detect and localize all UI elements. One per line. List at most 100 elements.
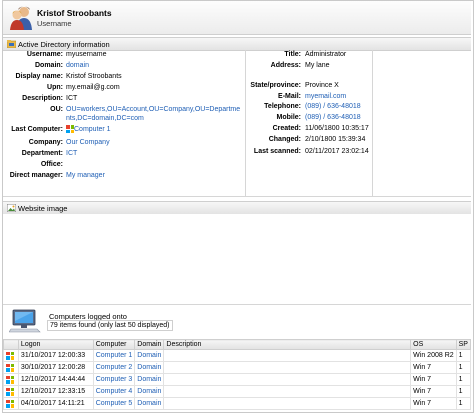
label-mobile: Mobile: xyxy=(276,114,302,121)
computer-link[interactable]: Computer 2 xyxy=(92,361,136,374)
sp-cell: 1 xyxy=(455,397,472,410)
value-text: my.email@g.com xyxy=(66,84,120,91)
column-header-sp[interactable]: SP xyxy=(455,339,472,350)
sp-cell: 1 xyxy=(455,361,472,374)
computer-link[interactable]: Computer 3 xyxy=(92,373,136,386)
value-text[interactable]: My manager xyxy=(66,172,105,179)
table-row[interactable]: 12/10/2017 12:33:15 Computer 4 Domain Win 7… xyxy=(3,385,472,398)
table-row[interactable]: 31/10/2017 12:00:33 Computer 1 Domain Win 2… xyxy=(3,349,472,362)
value-direct-manager[interactable]: My manager xyxy=(66,171,244,180)
label-department: Department: xyxy=(21,150,63,157)
computer-link[interactable]: Computer 5 xyxy=(92,397,136,410)
label-direct-manager: Direct manager: xyxy=(9,172,63,179)
label-display-name: Display name: xyxy=(15,73,63,80)
sp-cell: 1 xyxy=(455,373,472,386)
label-telephone: Telephone: xyxy=(264,103,301,110)
value-text: myusername xyxy=(66,51,107,58)
ad-section-title: Active Directory information xyxy=(18,40,110,49)
label-office: Office: xyxy=(40,161,63,168)
value-last-computer[interactable]: Computer 1 xyxy=(66,125,244,134)
label-last-scanned: Last scanned: xyxy=(253,148,301,155)
value-line[interactable]: OU=workers,OU=Account,OU=Company,OU=Depa… xyxy=(66,105,244,114)
value-upn: my.email@g.com xyxy=(66,83,244,92)
value-text[interactable]: Our Company xyxy=(66,139,110,146)
user-header: Kristof Stroobants Username xyxy=(3,1,471,35)
value-department[interactable]: ICT xyxy=(66,149,244,158)
column-header-logon[interactable]: Logon xyxy=(17,339,94,350)
label-address: Address: xyxy=(270,62,301,69)
os-cell: Win 7 xyxy=(410,361,457,374)
website-section-title: Website image xyxy=(18,204,68,213)
row-icon-cell xyxy=(3,385,19,398)
windows-logo-icon xyxy=(6,363,14,372)
label-domain: Domain: xyxy=(35,62,63,69)
table-row[interactable]: 30/10/2017 12:00:28 Computer 2 Domain Win 7… xyxy=(3,361,472,374)
ad-section-header[interactable]: Active Directory information xyxy=(3,37,471,51)
value-domain[interactable]: domain xyxy=(66,61,244,70)
value-e-mail[interactable]: myemail.com xyxy=(305,92,346,101)
value-created: 11/06/1800 10:35:17 xyxy=(305,125,369,132)
value-mobile[interactable]: (089) / 636-48018 xyxy=(305,113,361,122)
column-divider xyxy=(372,50,373,196)
value-text: Kristof Stroobants xyxy=(66,73,122,80)
logon-cell: 04/10/2017 14:11:21 xyxy=(17,397,94,410)
label-e-mail: E-Mail: xyxy=(278,93,301,100)
computers-table: Logon Computer Domain Description OS SP … xyxy=(3,339,472,410)
computers-count: 79 items found (only last 50 displayed) xyxy=(47,320,173,331)
value-telephone[interactable]: (089) / 636-48018 xyxy=(305,102,361,111)
domain-link[interactable]: Domain xyxy=(134,349,165,362)
website-section-header[interactable]: Website image xyxy=(3,201,471,215)
value-text: ICT xyxy=(66,95,78,102)
sp-cell: 1 xyxy=(455,349,472,362)
windows-logo-icon xyxy=(6,351,14,360)
os-cell: Win 2008 R2 xyxy=(410,349,457,362)
value-text[interactable]: Computer 1 xyxy=(74,126,111,133)
column-header-os[interactable]: OS xyxy=(410,339,457,350)
user-name: Kristof Stroobants xyxy=(37,8,112,18)
os-cell: Win 7 xyxy=(410,385,457,398)
domain-link[interactable]: Domain xyxy=(134,373,165,386)
description-cell xyxy=(163,373,412,386)
section-divider xyxy=(3,196,471,197)
description-cell xyxy=(163,385,412,398)
computer-link[interactable]: Computer 4 xyxy=(92,385,136,398)
logon-cell: 12/10/2017 12:33:15 xyxy=(17,385,94,398)
domain-link[interactable]: Domain xyxy=(134,385,165,398)
computer-link[interactable]: Computer 1 xyxy=(92,349,136,362)
domain-link[interactable]: Domain xyxy=(134,397,165,410)
logon-cell: 30/10/2017 12:00:28 xyxy=(17,361,94,374)
value-changed: 2/10/1800 15:39:34 xyxy=(305,136,366,143)
value-description: ICT xyxy=(66,94,244,103)
windows-logo-icon xyxy=(6,399,14,408)
os-cell: Win 7 xyxy=(410,373,457,386)
website-image-area xyxy=(3,214,471,304)
user-subtitle: Username xyxy=(37,19,72,28)
sp-cell: 1 xyxy=(455,385,472,398)
domain-link[interactable]: Domain xyxy=(134,361,165,374)
value-text[interactable]: ICT xyxy=(66,150,77,157)
value-address: My lane xyxy=(305,62,330,69)
value-ou[interactable]: OU=workers,OU=Account,OU=Company,OU=Depa… xyxy=(66,105,244,123)
user-group-icon xyxy=(10,6,32,30)
column-header-domain[interactable]: Domain xyxy=(134,339,165,350)
label-company: Company: xyxy=(28,139,63,146)
row-icon-cell xyxy=(3,361,19,374)
table-header-row: Logon Computer Domain Description OS SP xyxy=(3,339,472,350)
label-description: Description: xyxy=(22,95,63,102)
column-header-computer[interactable]: Computer xyxy=(92,339,136,350)
os-cell: Win 7 xyxy=(410,397,457,410)
description-cell xyxy=(163,397,412,410)
folder-icon xyxy=(7,40,16,48)
value-company[interactable]: Our Company xyxy=(66,138,244,147)
column-header-description[interactable]: Description xyxy=(163,339,412,350)
label-created: Created: xyxy=(272,125,301,132)
label-last-computer: Last Computer: xyxy=(11,126,63,133)
table-row[interactable]: 12/10/2017 14:44:44 Computer 3 Domain Win 7… xyxy=(3,373,472,386)
table-row[interactable]: 04/10/2017 14:11:21 Computer 5 Domain Win 7… xyxy=(3,397,472,410)
value-text[interactable]: domain xyxy=(66,62,89,69)
row-icon-cell xyxy=(3,397,19,410)
value-line[interactable]: nts,DC=domain,DC=com xyxy=(66,114,244,123)
value-last-scanned: 02/11/2017 23:02:14 xyxy=(305,148,369,155)
column-divider xyxy=(245,50,246,196)
computers-table-body: 31/10/2017 12:00:33 Computer 1 Domain Win 2… xyxy=(3,349,472,410)
